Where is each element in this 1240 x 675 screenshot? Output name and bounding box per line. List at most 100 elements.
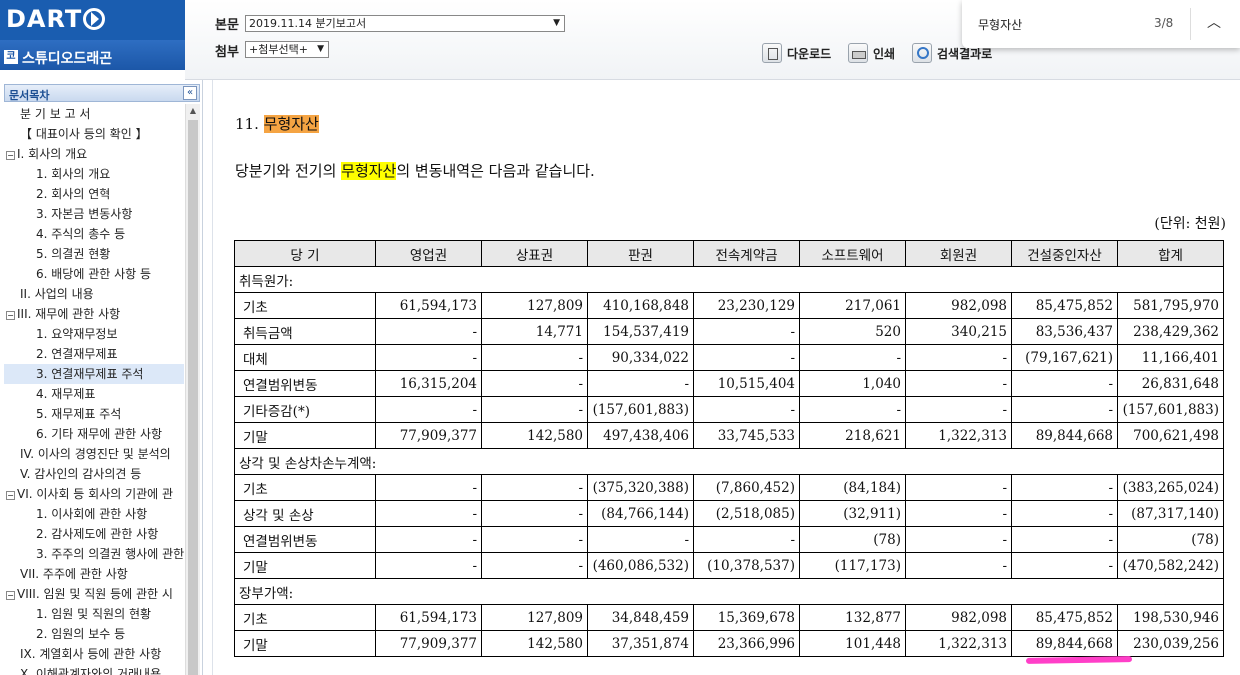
find-divider bbox=[1190, 8, 1191, 40]
toc-item-label: 4. 재무제표 bbox=[36, 387, 96, 401]
toc-item[interactable]: 2. 감사제도에 관한 사항 bbox=[4, 524, 184, 544]
table-cell: 497,438,406 bbox=[587, 422, 694, 449]
toc-item[interactable]: IV. 이사의 경영진단 및 분석의 bbox=[4, 444, 184, 464]
table-cell: 1,040 bbox=[799, 370, 906, 397]
table-cell: - bbox=[587, 526, 694, 553]
toc-item[interactable]: 3. 자본금 변동사항 bbox=[4, 204, 184, 224]
toc-item[interactable]: VII. 주주에 관한 사항 bbox=[4, 564, 184, 584]
toc-item[interactable]: − I. 회사의 개요 bbox=[4, 144, 184, 164]
group-label: 상각 및 손상차손누계액: bbox=[234, 448, 1224, 475]
toc-item[interactable]: 1. 요약재무정보 bbox=[4, 324, 184, 344]
collapse-toggle-icon[interactable]: − bbox=[6, 491, 15, 500]
collapse-toggle-icon[interactable]: − bbox=[6, 311, 15, 320]
table-cell: - bbox=[799, 344, 906, 371]
toc-item[interactable]: 4. 주식의 총수 등 bbox=[4, 224, 184, 244]
group-label: 장부가액: bbox=[234, 578, 1224, 605]
toc-item[interactable]: 분 기 보 고 서 bbox=[4, 104, 184, 124]
toc-item[interactable]: 3. 연결재무제표 주석 bbox=[4, 364, 184, 384]
table-cell: - bbox=[375, 396, 482, 423]
dart-logo[interactable]: DART bbox=[0, 0, 185, 40]
table-row: 기말 77,909,377 142,580 497,438,406 33,745,533… bbox=[234, 422, 1224, 449]
print-button[interactable]: 인쇄 bbox=[848, 43, 895, 63]
collapse-toggle-icon[interactable]: − bbox=[6, 151, 15, 160]
table-cell: 15,369,678 bbox=[693, 604, 800, 631]
table-cell: (383,265,024) bbox=[1117, 474, 1224, 501]
toc-item[interactable]: 1. 회사의 개요 bbox=[4, 164, 184, 184]
row-label: 연결범위변동 bbox=[234, 370, 376, 397]
attach-select[interactable]: +첨부선택+ ▼ bbox=[245, 41, 329, 58]
chevron-down-icon: ▼ bbox=[553, 18, 560, 28]
toc-item[interactable]: 4. 재무제표 bbox=[4, 384, 184, 404]
row-label: 기타증감(*) bbox=[234, 396, 376, 423]
toc-item[interactable]: 1. 이사회에 관한 사항 bbox=[4, 504, 184, 524]
toc-item[interactable]: V. 감사인의 감사의견 등 bbox=[4, 464, 184, 484]
chevron-up-icon[interactable]: ︿ bbox=[1204, 12, 1224, 32]
toc-item-label: II. 사업의 내용 bbox=[20, 287, 94, 301]
table-cell: 132,877 bbox=[799, 604, 906, 631]
table-cell: (79,167,621) bbox=[1011, 344, 1118, 371]
doc-select[interactable]: 2019.11.14 분기보고서 ▼ bbox=[245, 15, 565, 32]
table-cell: - bbox=[693, 526, 800, 553]
toc-item-label: VII. 주주에 관한 사항 bbox=[20, 567, 128, 581]
table-cell: (84,766,144) bbox=[587, 500, 694, 527]
table-row: 기초 61,594,173 127,809 410,168,848 23,230,129… bbox=[234, 292, 1224, 319]
collapse-toggle-icon[interactable]: − bbox=[6, 591, 15, 600]
table-cell: - bbox=[799, 396, 906, 423]
table-cell: - bbox=[905, 474, 1012, 501]
toc-item-label: 1. 임원 및 직원의 현황 bbox=[36, 607, 152, 621]
toc-item[interactable]: X. 이해관계자와의 거래내용 bbox=[4, 664, 184, 675]
download-button[interactable]: 다운로드 bbox=[762, 43, 831, 63]
toc-item[interactable]: IX. 계열회사 등에 관한 사항 bbox=[4, 644, 184, 664]
table-header-cell: 합계 bbox=[1117, 240, 1224, 267]
search-match: 무형자산 bbox=[341, 162, 397, 180]
table-header-cell: 회원권 bbox=[905, 240, 1012, 267]
collapse-left-icon[interactable]: « bbox=[183, 86, 197, 100]
toc-item[interactable]: II. 사업의 내용 bbox=[4, 284, 184, 304]
toc-item[interactable]: 2. 연결재무제표 bbox=[4, 344, 184, 364]
table-cell: 982,098 bbox=[905, 292, 1012, 319]
table-cell: - bbox=[905, 500, 1012, 527]
table-cell: (87,317,140) bbox=[1117, 500, 1224, 527]
toc-item[interactable]: 2. 회사의 연혁 bbox=[4, 184, 184, 204]
toc-scrollbar[interactable]: ▲ bbox=[185, 104, 200, 675]
toc-item[interactable]: 1. 임원 및 직원의 현황 bbox=[4, 604, 184, 624]
toc-item-label: 1. 회사의 개요 bbox=[36, 167, 111, 181]
toc-item[interactable]: 5. 재무제표 주석 bbox=[4, 404, 184, 424]
table-cell: - bbox=[1011, 552, 1118, 579]
document-body: 11. 무형자산 당분기와 전기의 무형자산의 변동내역은 다음과 같습니다. … bbox=[212, 80, 1240, 675]
table-cell: (2,518,085) bbox=[693, 500, 800, 527]
intro-text-pre: 당분기와 전기의 bbox=[235, 162, 342, 180]
attach-label: 첨부 bbox=[215, 45, 239, 60]
scroll-thumb[interactable] bbox=[188, 120, 198, 675]
toc-item-label: 3. 자본금 변동사항 bbox=[36, 207, 133, 221]
table-cell: - bbox=[1011, 370, 1118, 397]
toc-item[interactable]: 【 대표이사 등의 확인 】 bbox=[4, 124, 184, 144]
table-cell: - bbox=[905, 552, 1012, 579]
toc-item[interactable]: 2. 임원의 보수 등 bbox=[4, 624, 184, 644]
toc-item[interactable]: 3. 주주의 의결권 행사에 관한 bbox=[4, 544, 184, 564]
toc-item-label: 분 기 보 고 서 bbox=[20, 107, 91, 121]
table-cell: 142,580 bbox=[481, 422, 588, 449]
find-input[interactable]: 무형자산 bbox=[978, 16, 1022, 33]
toc-item[interactable]: − III. 재무에 관한 사항 bbox=[4, 304, 184, 324]
table-cell: - bbox=[481, 474, 588, 501]
toc-item[interactable]: 6. 배당에 관한 사항 등 bbox=[4, 264, 184, 284]
toc-item[interactable]: 5. 의결권 현황 bbox=[4, 244, 184, 264]
company-market-icon: 코 bbox=[4, 50, 18, 64]
scroll-up-icon[interactable]: ▲ bbox=[186, 104, 200, 118]
toc-item[interactable]: 6. 기타 재무에 관한 사항 bbox=[4, 424, 184, 444]
toc-item[interactable]: − VI. 이사회 등 회사의 기관에 관 bbox=[4, 484, 184, 504]
table-cell: 61,594,173 bbox=[375, 292, 482, 319]
group-label: 취득원가: bbox=[234, 266, 1224, 293]
toc-item-label: V. 감사인의 감사의견 등 bbox=[20, 467, 142, 481]
toc-item[interactable]: − VIII. 임원 및 직원 등에 관한 시 bbox=[4, 584, 184, 604]
table-cell: - bbox=[1011, 396, 1118, 423]
table-cell: - bbox=[905, 370, 1012, 397]
row-label: 대체 bbox=[234, 344, 376, 371]
print-label: 인쇄 bbox=[873, 46, 896, 61]
table-cell: 700,621,498 bbox=[1117, 422, 1224, 449]
table-cell: 1,322,313 bbox=[905, 630, 1012, 657]
table-cell: 101,448 bbox=[799, 630, 906, 657]
table-body: 취득원가: 기초 61,594,173 127,809 410,168,848 23,23… bbox=[234, 266, 1224, 657]
toc-item-label: 【 대표이사 등의 확인 】 bbox=[20, 127, 148, 141]
